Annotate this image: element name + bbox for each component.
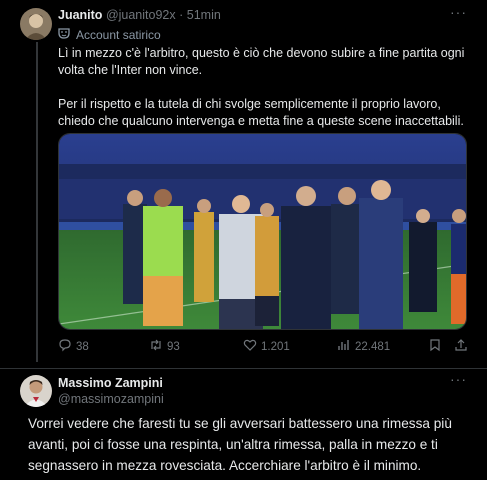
share-icon <box>454 338 468 355</box>
separator-dot: · <box>179 8 184 22</box>
massimo-avatar[interactable] <box>20 375 52 407</box>
reply-button[interactable]: 38 <box>58 338 89 355</box>
user-handle[interactable]: @massimozampini <box>58 392 164 406</box>
like-count: 1.201 <box>261 340 290 353</box>
tweet-header: Juanito @juanito92x · 51min <box>58 8 221 22</box>
display-name[interactable]: Massimo Zampini <box>58 376 164 390</box>
share-button[interactable] <box>454 338 468 355</box>
reply-count: 38 <box>76 340 89 353</box>
more-options-icon[interactable]: ··· <box>450 4 467 20</box>
bookmark-icon <box>428 338 442 355</box>
tweet-actions: 38 93 1.201 22.481 <box>58 338 468 356</box>
like-button[interactable]: 1.201 <box>243 338 290 355</box>
reply-icon <box>58 338 72 355</box>
timestamp[interactable]: 51min <box>187 8 221 22</box>
satire-label: Account satirico <box>76 27 161 42</box>
juanito-avatar[interactable] <box>20 8 52 40</box>
retweet-count: 93 <box>167 340 180 353</box>
tweet-header: Massimo Zampini @massimozampini <box>58 376 164 406</box>
tweet-text-paragraph-1: Lì in mezzo c'è l'arbitro, questo è ciò … <box>58 46 465 77</box>
user-handle[interactable]: @juanito92x <box>106 8 176 22</box>
views-button[interactable]: 22.481 <box>337 338 390 355</box>
tweet-text-paragraph-2: Per il rispetto e la tutela di chi svolg… <box>58 97 464 128</box>
display-name[interactable]: Juanito <box>58 8 102 22</box>
tweet-text: Vorrei vedere che faresti tu se gli avve… <box>28 416 452 473</box>
bookmark-button[interactable] <box>428 338 442 355</box>
tweet-photo[interactable] <box>58 133 467 330</box>
heart-icon <box>243 338 257 355</box>
quoted-tweet[interactable]: Juanito @juanito92x · 51min ··· Account … <box>0 0 487 368</box>
thread-line <box>36 42 38 362</box>
retweet-icon <box>149 338 163 355</box>
reply-tweet[interactable]: Massimo Zampini @massimozampini ··· Vorr… <box>0 368 487 480</box>
satire-mask-icon <box>58 27 70 42</box>
more-options-icon[interactable]: ··· <box>450 371 467 387</box>
views-chart-icon <box>337 338 351 355</box>
retweet-button[interactable]: 93 <box>149 338 180 355</box>
satire-badge: Account satirico <box>58 27 161 42</box>
views-count: 22.481 <box>355 340 391 353</box>
